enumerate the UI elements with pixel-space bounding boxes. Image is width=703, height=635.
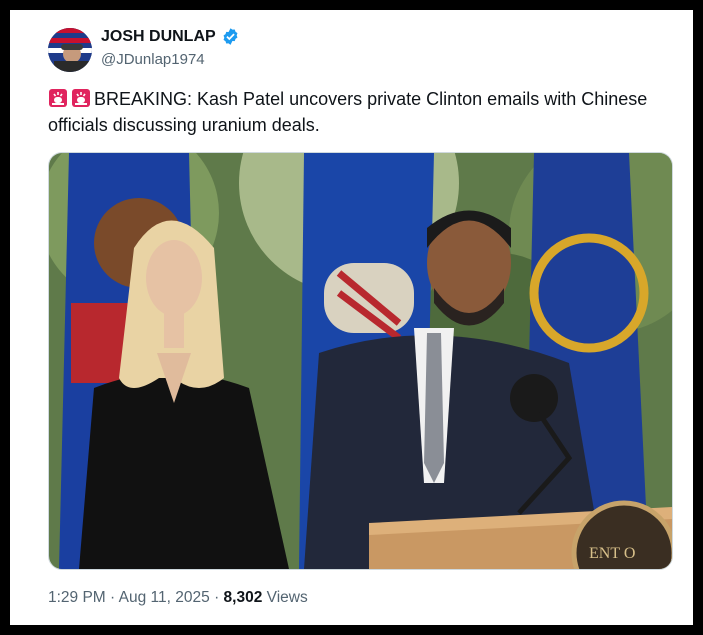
author-name-row: JOSH DUNLAP (101, 27, 240, 46)
tweet-time[interactable]: 1:29 PM (48, 589, 106, 606)
tweet-meta: 1:29 PM · Aug 11, 2025 · 8,302 Views (48, 589, 308, 607)
tweet-text-block: BREAKING: Kash Patel uncovers private Cl… (48, 86, 668, 138)
tweet-card: JOSH DUNLAP @JDunlap1974 BREAKING: Kash … (10, 10, 693, 625)
author-name[interactable]: JOSH DUNLAP (101, 28, 216, 46)
meta-separator: · (214, 589, 220, 606)
author-handle[interactable]: @JDunlap1974 (101, 51, 205, 68)
author-avatar[interactable] (48, 28, 92, 72)
siren-icon (71, 88, 91, 108)
meta-separator: · (110, 589, 116, 606)
views-label: Views (266, 589, 308, 606)
views-count: 8,302 (223, 589, 263, 606)
tweet-text: BREAKING: Kash Patel uncovers private Cl… (48, 89, 648, 135)
siren-icon (48, 88, 68, 108)
podium-seal-text: ENT O (589, 545, 635, 562)
tweet-photo[interactable]: ENT O (48, 152, 673, 570)
verified-badge-icon (221, 27, 240, 46)
tweet-date[interactable]: Aug 11, 2025 (119, 589, 210, 606)
